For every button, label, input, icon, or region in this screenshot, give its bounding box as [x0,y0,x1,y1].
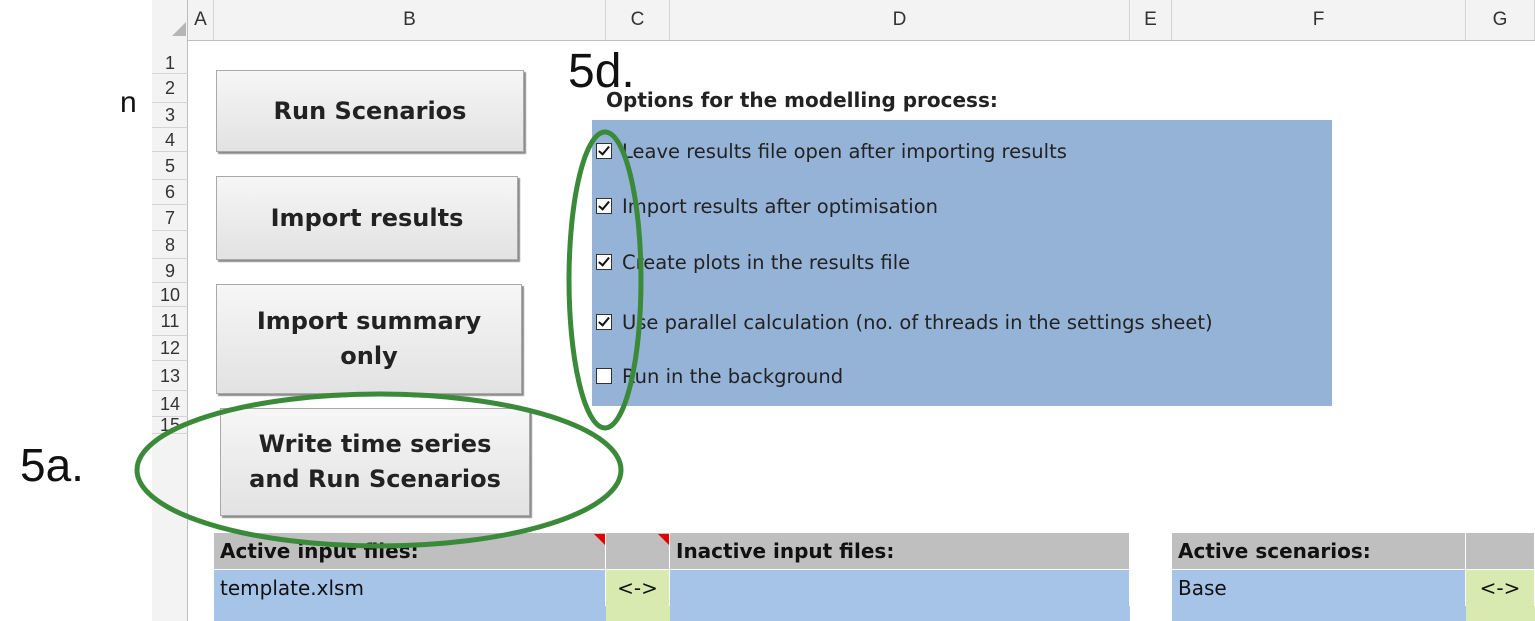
annotation-ring-5d [566,129,644,431]
annotation-rings [134,129,644,549]
annotation-ring-5a [134,391,624,549]
